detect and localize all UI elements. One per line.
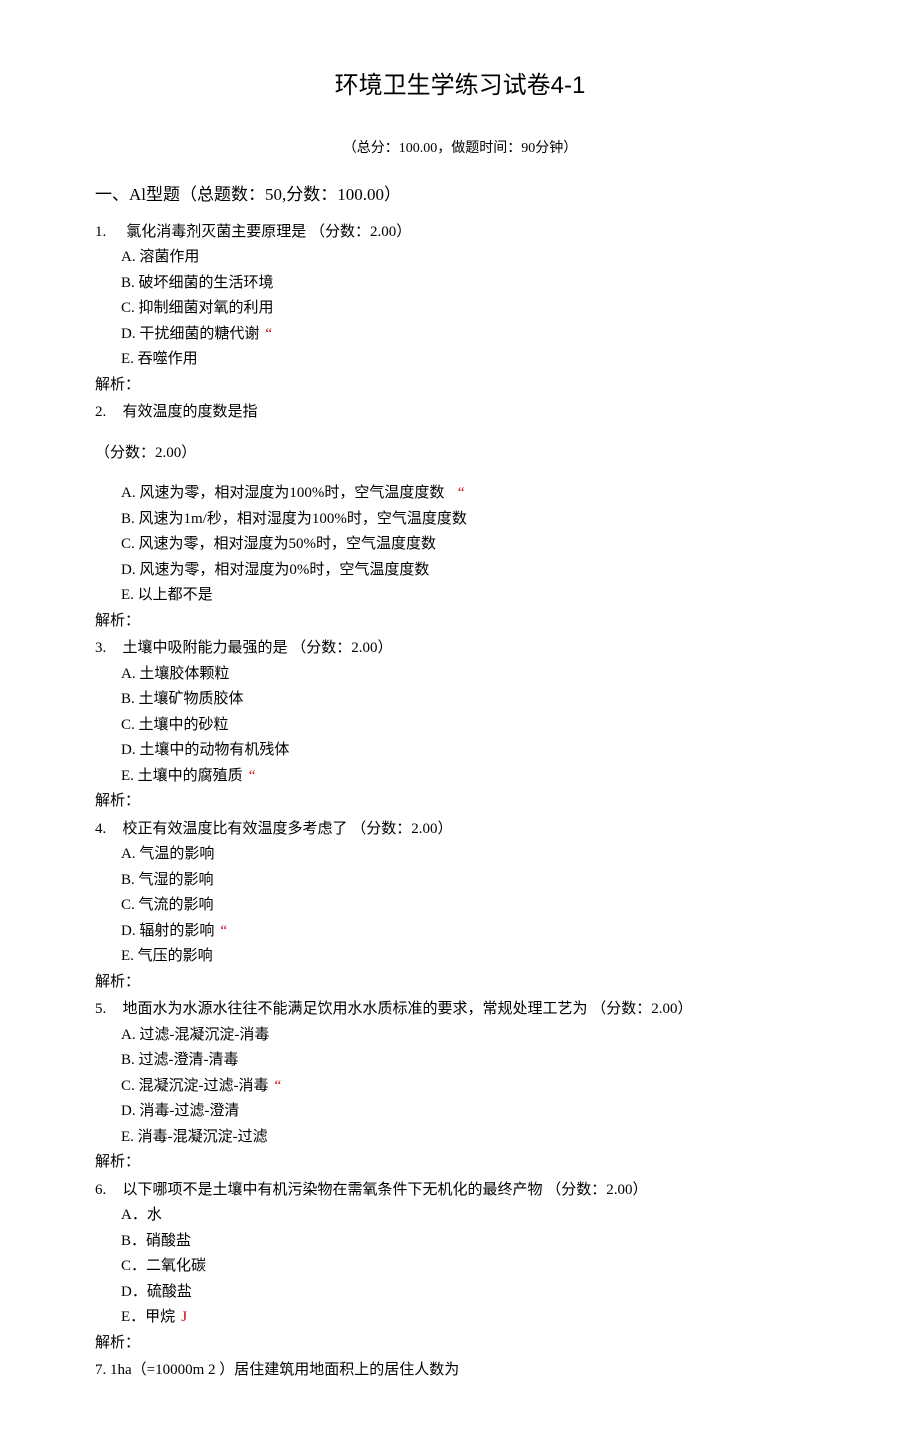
option: B. 风速为1m/秒，相对湿度为100%时，空气温度度数 bbox=[121, 507, 825, 533]
options: A. 过滤-混凝沉淀-消毒 B. 过滤-澄清-清毒 C. 混凝沉淀-过滤-消毒“… bbox=[95, 1023, 825, 1151]
question-stem: 1. 氯化消毒剂灭菌主要原理是 （分数：2.00） bbox=[95, 220, 825, 246]
option: C. 气流的影响 bbox=[121, 893, 825, 919]
analysis-label: 解析： bbox=[95, 970, 825, 996]
answer-mark: “ bbox=[265, 326, 272, 342]
analysis-label: 解析： bbox=[95, 373, 825, 399]
option: C. 土壤中的砂粒 bbox=[121, 713, 825, 739]
question-stem: 2. 有效温度的度数是指 bbox=[95, 400, 825, 426]
question: 4. 校正有效温度比有效温度多考虑了 （分数：2.00） A. 气温的影响 B.… bbox=[95, 817, 825, 996]
option: B. 土壤矿物质胶体 bbox=[121, 687, 825, 713]
answer-mark: “ bbox=[249, 768, 256, 784]
options: A. 土壤胶体颗粒 B. 土壤矿物质胶体 C. 土壤中的砂粒 D. 土壤中的动物… bbox=[95, 662, 825, 790]
option: D. 土壤中的动物有机残体 bbox=[121, 738, 825, 764]
question-stem: 6. 以下哪项不是土壤中有机污染物在需氧条件下无机化的最终产物 （分数：2.00… bbox=[95, 1178, 825, 1204]
options: A．水 B．硝酸盐 C．二氧化碳 D．硫酸盐 E．甲烷J bbox=[95, 1203, 825, 1331]
page-subtitle: （总分：100.00，做题时间：90分钟） bbox=[95, 137, 825, 161]
section-label: 一、Al型题（总题数：50,分数：100.00） bbox=[95, 185, 401, 204]
question: 5. 地面水为水源水往往不能满足饮用水水质标准的要求，常规处理工艺为 （分数：2… bbox=[95, 997, 825, 1176]
question-stem: 5. 地面水为水源水往往不能满足饮用水水质标准的要求，常规处理工艺为 （分数：2… bbox=[95, 997, 825, 1023]
question-number: 1. bbox=[95, 220, 115, 246]
option: E. 气压的影响 bbox=[121, 944, 825, 970]
question-score: （分数：2.00） bbox=[95, 441, 825, 467]
option: E. 吞噬作用 bbox=[121, 347, 825, 373]
question-number: 6. bbox=[95, 1178, 115, 1204]
question-number: 2. bbox=[95, 400, 115, 426]
question: 2. 有效温度的度数是指 （分数：2.00） A. 风速为零，相对湿度为100%… bbox=[95, 400, 825, 634]
option: D．硫酸盐 bbox=[121, 1280, 825, 1306]
analysis-label: 解析： bbox=[95, 1331, 825, 1357]
option: E. 土壤中的腐殖质“ bbox=[121, 764, 825, 790]
question-number: 3. bbox=[95, 636, 115, 662]
options: A. 溶菌作用 B. 破坏细菌的生活环境 C. 抑制细菌对氧的利用 D. 干扰细… bbox=[95, 245, 825, 373]
question-text: 土壤中吸附能力最强的是 （分数：2.00） bbox=[123, 640, 393, 656]
question-text: 地面水为水源水往往不能满足饮用水水质标准的要求，常规处理工艺为 （分数：2.00… bbox=[123, 1001, 693, 1017]
analysis-label: 解析： bbox=[95, 789, 825, 815]
option: C．二氧化碳 bbox=[121, 1254, 825, 1280]
question-number: 4. bbox=[95, 817, 115, 843]
question-stem: 3. 土壤中吸附能力最强的是 （分数：2.00） bbox=[95, 636, 825, 662]
question-stem: 7. 1ha（=10000m 2 ）居住建筑用地面积上的居住人数为 bbox=[95, 1358, 825, 1384]
option: A．水 bbox=[121, 1203, 825, 1229]
option: B．硝酸盐 bbox=[121, 1229, 825, 1255]
question-text: 氯化消毒剂灭菌主要原理是 （分数：2.00） bbox=[126, 224, 411, 240]
analysis-label: 解析： bbox=[95, 609, 825, 635]
option: D. 辐射的影响“ bbox=[121, 919, 825, 945]
question-stem: 4. 校正有效温度比有效温度多考虑了 （分数：2.00） bbox=[95, 817, 825, 843]
option: A. 过滤-混凝沉淀-消毒 bbox=[121, 1023, 825, 1049]
option: C. 抑制细菌对氧的利用 bbox=[121, 296, 825, 322]
section-header: 一、Al型题（总题数：50,分数：100.00） bbox=[95, 181, 825, 210]
question: 1. 氯化消毒剂灭菌主要原理是 （分数：2.00） A. 溶菌作用 B. 破坏细… bbox=[95, 220, 825, 399]
option: A. 气温的影响 bbox=[121, 842, 825, 868]
option: E．甲烷J bbox=[121, 1305, 825, 1331]
answer-mark: “ bbox=[458, 485, 465, 501]
answer-mark: “ bbox=[275, 1078, 282, 1094]
options: A. 风速为零，相对湿度为100%时，空气温度度数 “ B. 风速为1m/秒，相… bbox=[95, 481, 825, 609]
question: 6. 以下哪项不是土壤中有机污染物在需氧条件下无机化的最终产物 （分数：2.00… bbox=[95, 1178, 825, 1357]
question-text: 有效温度的度数是指 bbox=[123, 404, 258, 420]
option: C. 混凝沉淀-过滤-消毒“ bbox=[121, 1074, 825, 1100]
page-title: 环境卫生学练习试卷4-1 bbox=[95, 66, 825, 107]
option: A. 土壤胶体颗粒 bbox=[121, 662, 825, 688]
question: 3. 土壤中吸附能力最强的是 （分数：2.00） A. 土壤胶体颗粒 B. 土壤… bbox=[95, 636, 825, 815]
option: B. 破坏细菌的生活环境 bbox=[121, 271, 825, 297]
option: D. 风速为零，相对湿度为0%时，空气温度度数 bbox=[121, 558, 825, 584]
options: A. 气温的影响 B. 气湿的影响 C. 气流的影响 D. 辐射的影响“ E. … bbox=[95, 842, 825, 970]
option: C. 风速为零，相对湿度为50%时，空气温度度数 bbox=[121, 532, 825, 558]
option: A. 风速为零，相对湿度为100%时，空气温度度数 “ bbox=[121, 481, 825, 507]
question-text: 以下哪项不是土壤中有机污染物在需氧条件下无机化的最终产物 （分数：2.00） bbox=[123, 1182, 648, 1198]
question-text: 校正有效温度比有效温度多考虑了 （分数：2.00） bbox=[123, 821, 453, 837]
option: E. 消毒-混凝沉淀-过滤 bbox=[121, 1125, 825, 1151]
answer-mark: “ bbox=[220, 923, 227, 939]
option: A. 溶菌作用 bbox=[121, 245, 825, 271]
option: B. 过滤-澄清-清毒 bbox=[121, 1048, 825, 1074]
option: B. 气湿的影响 bbox=[121, 868, 825, 894]
option: E. 以上都不是 bbox=[121, 583, 825, 609]
option: D. 干扰细菌的糖代谢“ bbox=[121, 322, 825, 348]
option: D. 消毒-过滤-澄清 bbox=[121, 1099, 825, 1125]
question-number: 5. bbox=[95, 997, 115, 1023]
analysis-label: 解析： bbox=[95, 1150, 825, 1176]
answer-mark: J bbox=[181, 1309, 187, 1325]
